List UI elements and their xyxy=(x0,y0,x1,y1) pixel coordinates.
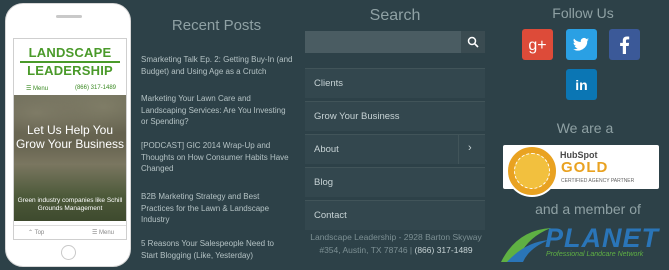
gold-label: GOLD xyxy=(561,159,609,176)
post-link[interactable]: 5 Reasons Your Salespeople Need to Start… xyxy=(141,238,293,261)
post-link[interactable]: B2B Marketing Strategy and Best Practice… xyxy=(141,191,293,226)
we-are-a-title: We are a xyxy=(556,120,614,136)
address-line-1: Landscape Leadership - 2928 Barton Skywa… xyxy=(310,232,482,242)
footer-address: Landscape Leadership - 2928 Barton Skywa… xyxy=(296,231,496,257)
logo-line-2: LEADERSHIP xyxy=(27,63,113,78)
mobile-bottom-bar: ⌃ Top ☰ Menu xyxy=(14,225,126,238)
svg-text:g+: g+ xyxy=(528,37,546,54)
seal-inner xyxy=(514,153,550,189)
nav-item-about[interactable]: About › xyxy=(305,134,485,164)
planet-subtitle: Professional Landcare Network xyxy=(546,251,644,258)
search-icon xyxy=(467,36,479,48)
google-plus-button[interactable]: g+ xyxy=(522,29,553,60)
phone-home-button xyxy=(61,245,76,260)
bottom-menu-link[interactable]: ☰ Menu xyxy=(92,229,114,236)
hubspot-seal-icon xyxy=(506,145,558,197)
linkedin-icon: in xyxy=(575,77,587,93)
linkedin-button[interactable]: in xyxy=(566,69,597,100)
footer-phone-link[interactable]: (866) 317-1489 xyxy=(415,245,473,255)
post-link[interactable]: Marketing Your Lawn Care and Landscaping… xyxy=(141,93,293,128)
svg-text:in: in xyxy=(575,77,587,93)
nav-item-contact[interactable]: Contact xyxy=(305,200,485,230)
nav-item-label: About xyxy=(314,144,339,155)
search-button[interactable] xyxy=(461,31,485,53)
planet-logo-text: PLANET xyxy=(545,223,659,253)
nav-item-clients[interactable]: Clients xyxy=(305,68,485,98)
mobile-phone-link[interactable]: (866) 317-1489 xyxy=(75,85,116,91)
chevron-right-icon: › xyxy=(468,142,472,154)
certified-label: CERTIFIED AGENCY PARTNER xyxy=(561,178,635,184)
phone-mockup: LANDSCAPE LEADERSHIP ☰ Menu (866) 317-14… xyxy=(5,3,131,267)
post-link[interactable]: [PODCAST] GIC 2014 Wrap-Up and Thoughts … xyxy=(141,140,293,175)
twitter-button[interactable] xyxy=(566,29,597,60)
twitter-icon xyxy=(573,37,589,51)
phone-screen: LANDSCAPE LEADERSHIP ☰ Menu (866) 317-14… xyxy=(13,38,127,240)
facebook-button[interactable] xyxy=(609,29,640,60)
nav-item-label: Grow Your Business xyxy=(314,111,400,122)
nav-item-label: Clients xyxy=(314,78,344,89)
google-plus-icon: g+ xyxy=(528,37,546,54)
search-title: Search xyxy=(369,7,421,24)
phone-speaker xyxy=(56,15,82,18)
search-input[interactable] xyxy=(305,31,461,53)
top-link[interactable]: ⌃ Top xyxy=(28,229,44,236)
hero-subtext: Green industry companies like Schill Gro… xyxy=(17,197,123,212)
nav-item-label: Contact xyxy=(314,210,347,221)
about-submenu-toggle[interactable]: › xyxy=(458,135,485,164)
facebook-icon xyxy=(620,36,630,54)
hero-image: Let Us Help You Grow Your Business Green… xyxy=(14,95,126,221)
nav-item-blog[interactable]: Blog xyxy=(305,167,485,197)
post-link[interactable]: Smarketing Talk Ep. 2: Getting Buy-In (a… xyxy=(141,54,293,77)
address-line-2: #354, Austin, TX 78746 | xyxy=(319,245,415,255)
nav-item-grow-your-business[interactable]: Grow Your Business xyxy=(305,101,485,131)
mobile-menu-button[interactable]: ☰ Menu xyxy=(26,85,48,92)
recent-posts-title: Recent Posts xyxy=(171,17,262,34)
nav-item-label: Blog xyxy=(314,177,334,188)
hero-heading: Let Us Help You Grow Your Business xyxy=(15,123,125,151)
member-of-title: and a member of xyxy=(535,201,641,217)
follow-us-title: Follow Us xyxy=(552,5,614,21)
logo-line-1: LANDSCAPE xyxy=(28,45,112,60)
mobile-menu-row: ☰ Menu (866) 317-1489 xyxy=(14,83,126,95)
